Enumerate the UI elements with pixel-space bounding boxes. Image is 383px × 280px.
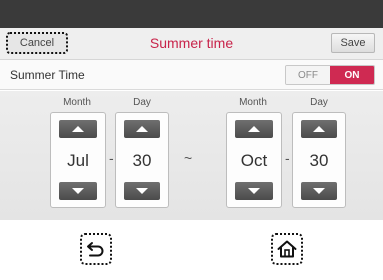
end-day-value: 30 (309, 151, 329, 170)
start-month-down-button[interactable] (59, 182, 97, 200)
toggle-on-option[interactable]: ON (330, 66, 374, 84)
start-day-up-button[interactable] (124, 120, 160, 138)
start-month-value: Jul (67, 151, 89, 170)
back-return-icon (87, 242, 104, 257)
save-button[interactable]: Save (331, 33, 375, 53)
start-day-value: 30 (132, 151, 152, 170)
start-month-spinner: Jul (50, 112, 106, 208)
arrow-down-icon (313, 188, 325, 194)
end-day-label: Day (310, 97, 328, 108)
arrow-down-icon (136, 188, 148, 194)
arrow-down-icon (248, 188, 260, 194)
arrow-up-icon (248, 126, 260, 132)
end-month-down-button[interactable] (235, 182, 273, 200)
arrow-up-icon (72, 126, 84, 132)
cancel-button[interactable]: Cancel (6, 32, 68, 54)
start-day-spinner: 30 (115, 112, 169, 208)
back-button[interactable] (80, 233, 112, 265)
end-month-label: Month (239, 97, 267, 108)
start-month-label: Month (63, 97, 91, 108)
end-month-up-button[interactable] (235, 120, 273, 138)
end-day-down-button[interactable] (301, 182, 337, 200)
arrow-up-icon (313, 126, 325, 132)
arrow-up-icon (136, 126, 148, 132)
end-date-separator: - (285, 150, 290, 166)
toggle-off-option[interactable]: OFF (286, 66, 330, 84)
summer-time-toggle[interactable]: OFF ON (285, 65, 375, 85)
end-month-value: Oct (240, 151, 268, 170)
start-day-label: Day (133, 97, 151, 108)
end-day-spinner: 30 (292, 112, 346, 208)
home-button[interactable] (271, 233, 303, 265)
start-date-separator: - (109, 150, 114, 166)
end-month-spinner: Oct (226, 112, 282, 208)
date-range-separator: ~ (184, 150, 193, 166)
start-day-down-button[interactable] (124, 182, 160, 200)
home-icon (277, 240, 297, 258)
summer-time-label: Summer Time (10, 68, 85, 82)
arrow-down-icon (72, 188, 84, 194)
top-status-bar (0, 0, 383, 28)
start-month-up-button[interactable] (59, 120, 97, 138)
summer-time-row: Summer Time OFF ON (0, 60, 383, 90)
header-bar: Summer time Cancel Save (0, 28, 383, 60)
end-day-up-button[interactable] (301, 120, 337, 138)
